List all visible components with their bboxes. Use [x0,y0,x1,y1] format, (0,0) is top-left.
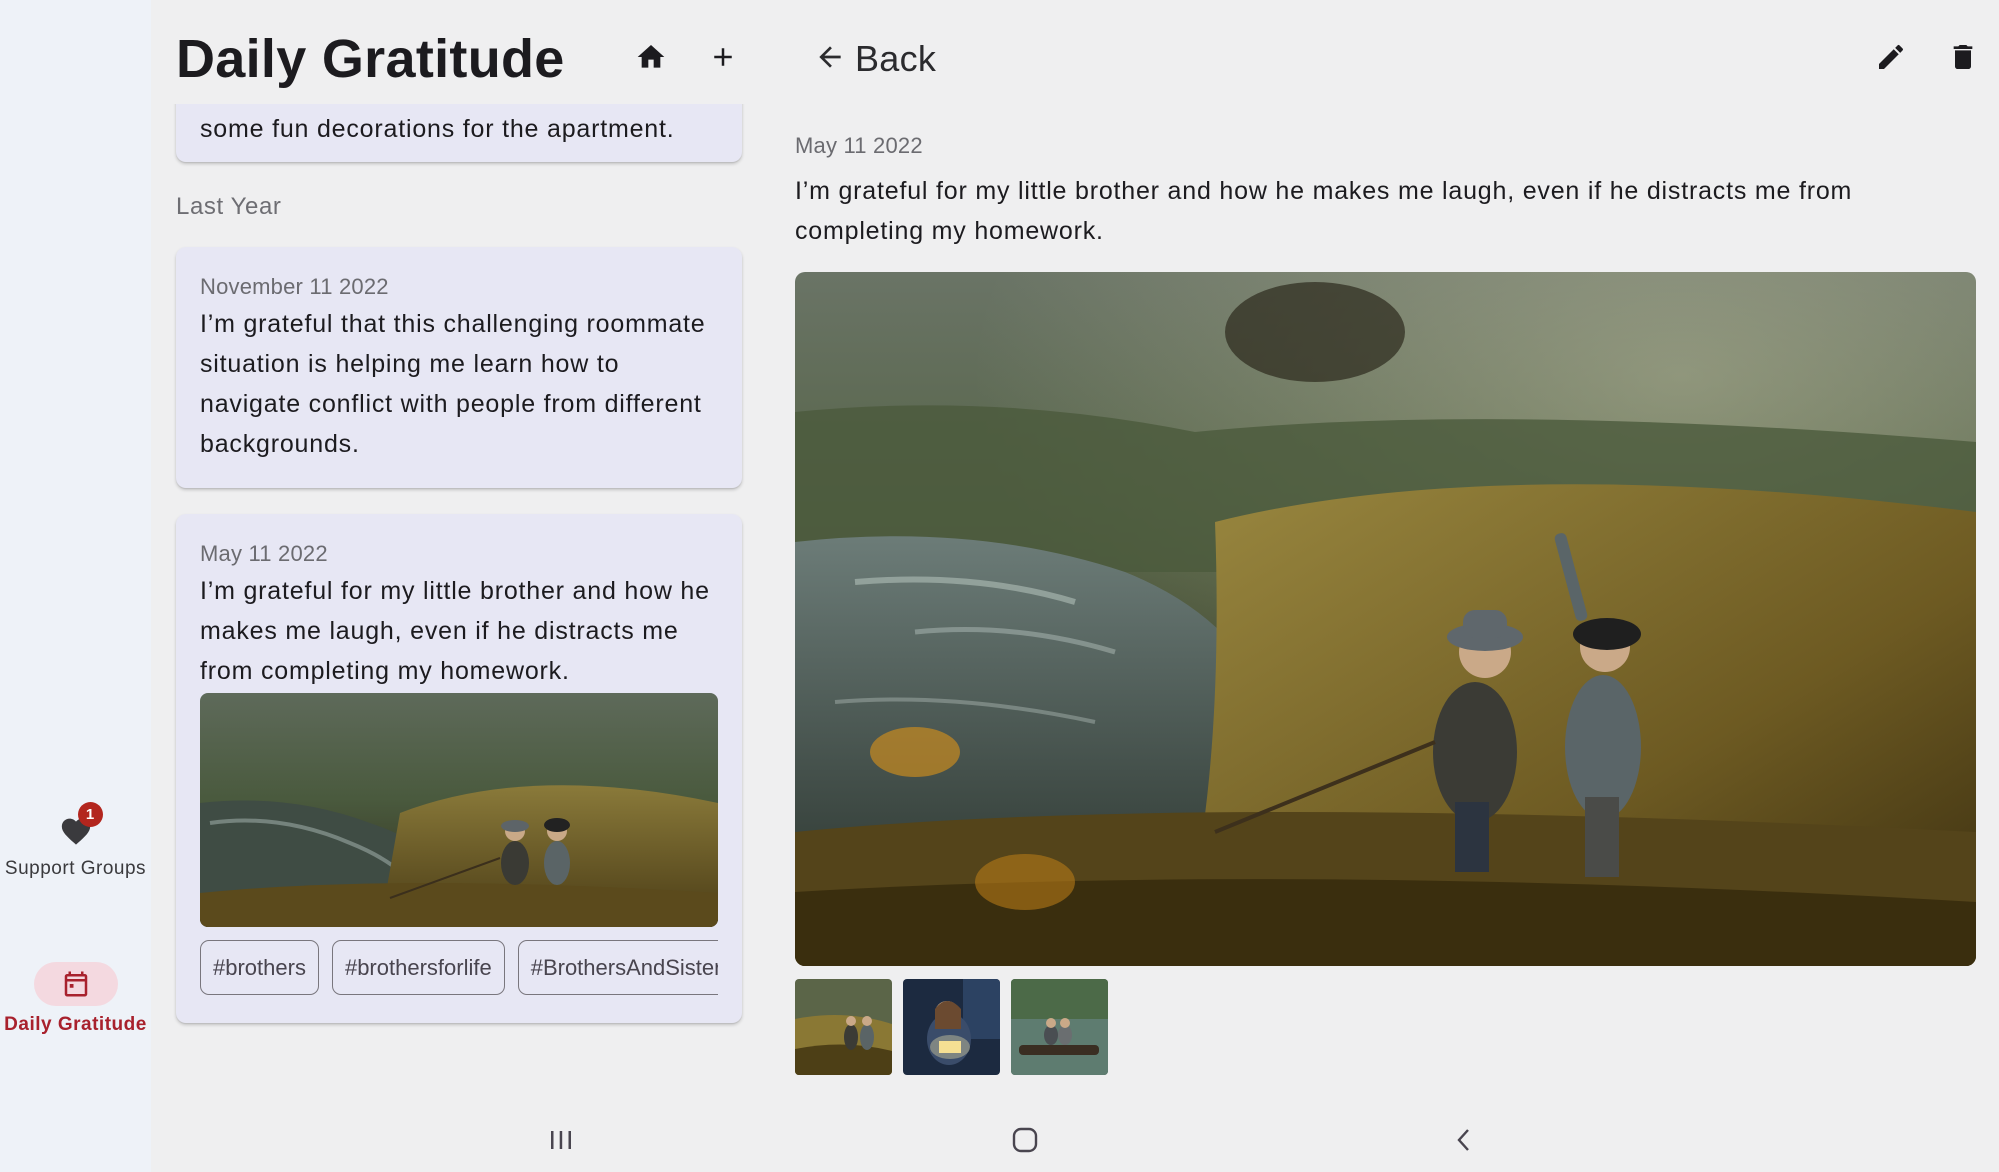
entry-card-selected[interactable]: May 11 2022 I’m grateful for my little b… [176,514,742,1023]
back-button[interactable] [796,34,864,80]
chevron-left-icon [1454,1127,1474,1153]
tag-chip[interactable]: #brothers [200,940,319,995]
photo-thumbnail[interactable] [1011,979,1108,1075]
section-label: Last Year [176,193,282,220]
entry-date: May 11 2022 [200,541,328,566]
rail-icon-container-active [33,962,118,1006]
edit-button[interactable] [1868,34,1914,80]
system-back-button[interactable] [1441,1117,1487,1163]
rail-item-support-groups[interactable]: 1 Support Groups [0,802,151,880]
entry-date: May 11 2022 [795,133,923,158]
list-header: Daily Gratitude [151,0,776,104]
tag-chip[interactable]: #BrothersAndSisters [517,940,718,995]
notification-badge: 1 [77,802,103,827]
rail-item-label: Daily Gratitude [4,1014,147,1035]
photo-thumbnail[interactable] [903,979,1000,1075]
tag-chip[interactable]: #brothersforlife [331,940,505,995]
entry-text: some fun decorations for the apartment. [200,115,675,143]
entry-list-pane[interactable]: some fun decorations for the apartment. … [151,0,776,1105]
rail-item-daily-gratitude[interactable]: Daily Gratitude [0,962,151,1036]
entry-photo[interactable] [200,693,718,927]
system-home-button[interactable] [1002,1117,1048,1163]
delete-button[interactable] [1940,34,1986,80]
delete-icon [1947,41,1979,73]
entry-card[interactable]: November 11 2022 I’m grateful that this … [176,247,742,488]
back-label[interactable]: Back [855,38,936,80]
navigation-rail: 1 Support Groups Daily Gratitude [0,0,151,1172]
edit-icon [1875,41,1907,73]
recent-apps-button[interactable] [538,1117,584,1163]
photo-thumbnails [795,979,1108,1075]
add-icon [708,42,738,72]
home-icon [635,41,667,73]
entry-date: November 11 2022 [200,274,389,299]
system-nav-bar [151,1105,1999,1172]
add-entry-button[interactable] [700,34,746,80]
entry-detail-pane: Back May 11 2022 I’m grateful for my lit… [776,0,1999,1105]
home-circle-icon [1012,1127,1038,1153]
entry-photo-large[interactable] [795,272,1976,966]
arrow-back-icon [814,41,846,73]
rail-item-label: Support Groups [4,858,147,879]
home-button[interactable] [628,34,674,80]
page-title: Daily Gratitude [176,29,565,89]
entry-text: I’m grateful for my little brother and h… [795,177,1853,245]
rail-icon-container: 1 [34,802,118,852]
entry-text: I’m grateful that this challenging roomm… [200,310,706,458]
entry-text: I’m grateful for my little brother and h… [200,577,710,685]
tag-list: #brothers #brothersforlife #BrothersAndS… [200,940,718,995]
calendar-icon [61,969,91,999]
photo-thumbnail[interactable] [795,979,892,1075]
recent-apps-icon [548,1129,574,1151]
